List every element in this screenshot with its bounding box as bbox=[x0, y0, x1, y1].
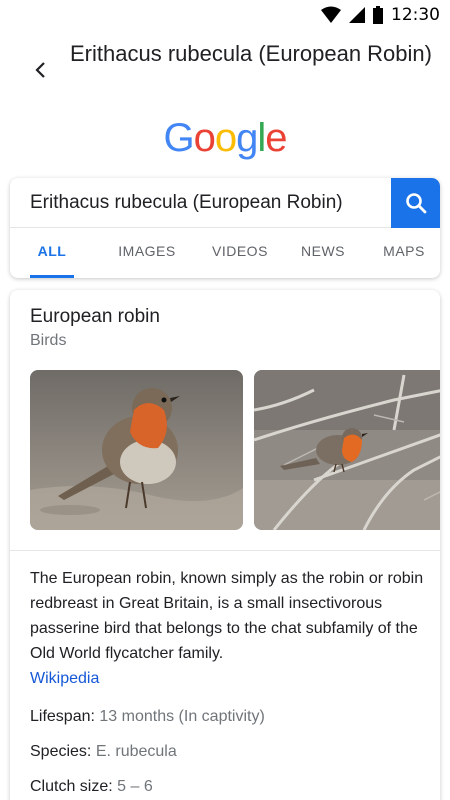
tab-images[interactable]: IMAGES bbox=[118, 228, 176, 278]
tab-maps[interactable]: MAPS bbox=[383, 228, 425, 278]
fact-label[interactable]: Species bbox=[30, 743, 87, 760]
fact-row: Clutch size: 5 – 6 bbox=[30, 778, 153, 795]
back-button[interactable] bbox=[22, 52, 58, 88]
search-tabs: ALL IMAGES VIDEOS NEWS MAPS bbox=[10, 228, 440, 278]
search-card: Erithacus rubecula (European Robin) ALL … bbox=[10, 178, 440, 278]
battery-icon bbox=[373, 6, 383, 24]
tab-all[interactable]: ALL bbox=[30, 228, 74, 278]
kp-description: The European robin, known simply as the … bbox=[30, 566, 425, 691]
fact-value: 13 months (In captivity) bbox=[99, 708, 265, 725]
wikipedia-link[interactable]: Wikipedia bbox=[30, 666, 425, 691]
fact-label[interactable]: Lifespan bbox=[30, 708, 91, 725]
image-carousel[interactable] bbox=[30, 370, 440, 530]
knowledge-panel: European robin Birds The European robin,… bbox=[10, 290, 440, 800]
logo-letter: g bbox=[236, 116, 258, 160]
logo-letter: e bbox=[265, 116, 287, 160]
search-input[interactable]: Erithacus rubecula (European Robin) bbox=[30, 178, 343, 228]
wifi-icon bbox=[321, 6, 341, 23]
status-icons: 12:30 bbox=[321, 5, 440, 25]
fact-label[interactable]: Clutch size bbox=[30, 778, 108, 795]
kp-title: European robin bbox=[30, 306, 160, 327]
fact-value: 5 – 6 bbox=[117, 778, 153, 795]
app-bar: Erithacus rubecula (European Robin) bbox=[0, 30, 450, 110]
robin-photo-ground[interactable] bbox=[30, 370, 243, 530]
tab-videos[interactable]: VIDEOS bbox=[212, 228, 267, 278]
page-title: Erithacus rubecula (European Robin) bbox=[70, 41, 432, 66]
status-time: 12:30 bbox=[391, 5, 440, 25]
fact-row: Species: E. rubecula bbox=[30, 743, 177, 760]
divider bbox=[10, 550, 440, 551]
logo-letter: o bbox=[214, 116, 237, 160]
google-logo: Google bbox=[0, 116, 450, 161]
kp-subtitle: Birds bbox=[30, 332, 67, 349]
status-bar: 12:30 bbox=[0, 0, 450, 30]
cell-signal-icon bbox=[349, 7, 365, 23]
logo-letter: o bbox=[193, 116, 216, 160]
search-icon bbox=[405, 193, 426, 214]
fact-row: Lifespan: 13 months (In captivity) bbox=[30, 708, 265, 725]
description-text: The European robin, known simply as the … bbox=[30, 570, 424, 662]
search-button[interactable] bbox=[391, 178, 440, 228]
search-row: Erithacus rubecula (European Robin) bbox=[10, 178, 440, 228]
chevron-left-icon bbox=[35, 62, 45, 78]
fact-value: E. rubecula bbox=[95, 743, 177, 760]
tab-news[interactable]: NEWS bbox=[301, 228, 345, 278]
robin-photo-branch[interactable] bbox=[254, 370, 440, 530]
logo-letter: G bbox=[163, 116, 194, 160]
